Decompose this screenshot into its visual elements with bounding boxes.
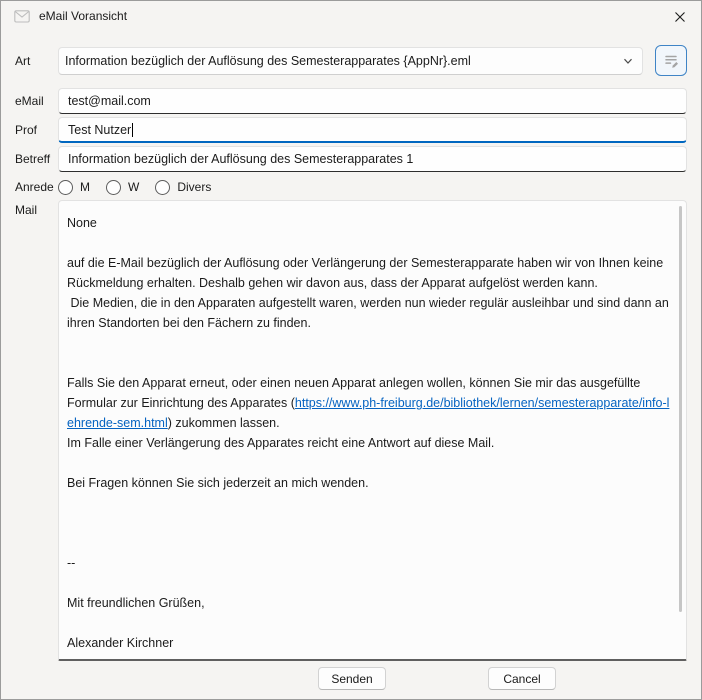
betreff-label: Betreff bbox=[15, 152, 58, 166]
edit-template-icon bbox=[663, 52, 680, 69]
betreff-field[interactable]: Information bezüglich der Auflösung des … bbox=[58, 146, 687, 172]
prof-label: Prof bbox=[15, 123, 58, 137]
mail-scrollbar-thumb[interactable] bbox=[679, 206, 682, 612]
email-row: eMail test@mail.com bbox=[15, 88, 687, 114]
title-bar: eMail Voransicht bbox=[1, 1, 701, 31]
mail-text-before-link: None auf die E-Mail bezüglich der Auflös… bbox=[67, 216, 672, 410]
send-button[interactable]: Senden bbox=[318, 667, 386, 690]
prof-row: Prof Test Nutzer bbox=[15, 117, 687, 143]
email-field[interactable]: test@mail.com bbox=[58, 88, 687, 114]
art-label: Art bbox=[15, 54, 58, 68]
prof-field-value: Test Nutzer bbox=[68, 123, 131, 137]
text-caret bbox=[132, 123, 133, 137]
mail-label: Mail bbox=[15, 200, 58, 217]
mail-row: Mail None auf die E-Mail bezüglich der A… bbox=[15, 200, 687, 661]
mail-text-after-link: ) zukommen lassen. Im Falle einer Verlän… bbox=[67, 416, 494, 650]
footer: Senden Cancel bbox=[1, 667, 702, 691]
radio-anrede-divers[interactable]: Divers bbox=[155, 180, 211, 195]
mail-body-textarea[interactable]: None auf die E-Mail bezüglich der Auflös… bbox=[58, 200, 687, 661]
betreff-field-value: Information bezüglich der Auflösung des … bbox=[68, 152, 413, 166]
radio-circle-m bbox=[58, 180, 73, 195]
close-button[interactable] bbox=[669, 7, 691, 27]
radio-label-divers: Divers bbox=[177, 180, 211, 194]
anrede-label: Anrede bbox=[15, 180, 58, 194]
radio-label-m: M bbox=[80, 180, 90, 194]
prof-field[interactable]: Test Nutzer bbox=[58, 117, 687, 143]
radio-circle-divers bbox=[155, 180, 170, 195]
envelope-icon bbox=[14, 10, 30, 23]
form-area: Art Information bezüglich der Auflösung … bbox=[1, 45, 701, 661]
anrede-row: Anrede M W Divers bbox=[15, 174, 687, 200]
email-label: eMail bbox=[15, 94, 58, 108]
window-title: eMail Voransicht bbox=[39, 9, 127, 23]
chevron-down-icon bbox=[622, 55, 634, 67]
template-combobox[interactable]: Information bezüglich der Auflösung des … bbox=[58, 47, 643, 75]
email-preview-dialog: eMail Voransicht Art Information bezügli… bbox=[0, 0, 702, 700]
radio-anrede-w[interactable]: W bbox=[106, 180, 139, 195]
cancel-button[interactable]: Cancel bbox=[488, 667, 556, 690]
radio-label-w: W bbox=[128, 180, 139, 194]
close-icon bbox=[674, 11, 686, 23]
betreff-row: Betreff Information bezüglich der Auflös… bbox=[15, 146, 687, 172]
mail-body-text: None auf die E-Mail bezüglich der Auflös… bbox=[59, 201, 686, 653]
edit-template-button[interactable] bbox=[655, 45, 687, 76]
radio-anrede-m[interactable]: M bbox=[58, 180, 90, 195]
radio-circle-w bbox=[106, 180, 121, 195]
template-combobox-value: Information bezüglich der Auflösung des … bbox=[65, 54, 622, 68]
email-field-value: test@mail.com bbox=[68, 94, 151, 108]
art-row: Art Information bezüglich der Auflösung … bbox=[15, 45, 687, 76]
